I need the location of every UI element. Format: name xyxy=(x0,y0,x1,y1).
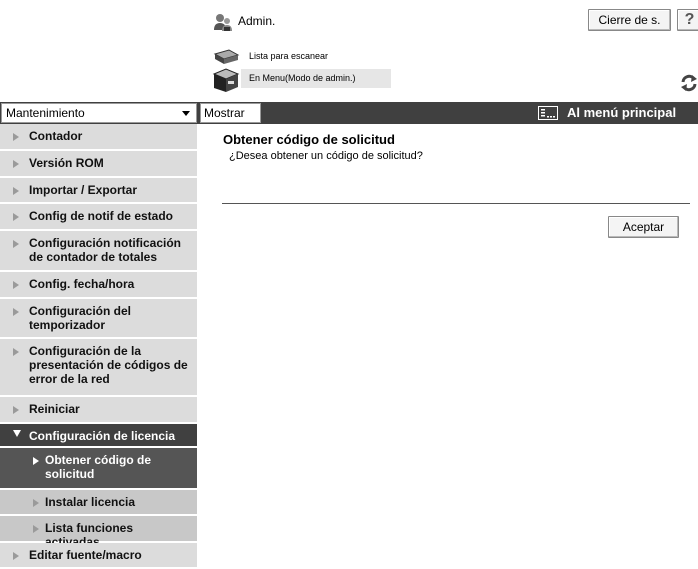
chevron-right-icon xyxy=(13,281,19,289)
chevron-right-icon xyxy=(33,525,39,533)
sidebar-item-label: Config de notif de estado xyxy=(29,209,173,223)
chevron-right-icon xyxy=(13,348,19,356)
sidebar-item-label: Importar / Exportar xyxy=(29,183,138,197)
accept-button[interactable]: Aceptar xyxy=(608,216,679,238)
toolbar: Mantenimiento Mostrar Al menú principal xyxy=(0,102,698,124)
admin-user-icon xyxy=(214,14,232,31)
refresh-icon[interactable] xyxy=(679,74,698,92)
sidebar-item-fecha-hora[interactable]: Config. fecha/hora xyxy=(0,272,197,299)
chevron-right-icon xyxy=(13,160,19,168)
scanner-icon[interactable] xyxy=(211,48,241,68)
chevron-right-icon xyxy=(33,457,39,465)
sidebar-item-notif-contador[interactable]: Configuración notificación de contador d… xyxy=(0,231,197,272)
sidebar: Contador Versión ROM Importar / Exportar… xyxy=(0,124,197,569)
main-menu-link[interactable]: Al menú principal xyxy=(567,105,676,120)
request-question: ¿Desea obtener un código de solicitud? xyxy=(229,150,423,162)
sidebar-item-notif-estado[interactable]: Config de notif de estado xyxy=(0,204,197,231)
chevron-right-icon xyxy=(33,499,39,507)
help-button[interactable]: ? xyxy=(677,9,698,31)
sidebar-item-instalar-licencia[interactable]: Instalar licencia xyxy=(0,490,197,516)
menu-icon[interactable] xyxy=(538,106,558,120)
sidebar-item-label: Reiniciar xyxy=(29,402,80,416)
chevron-right-icon xyxy=(13,552,19,560)
user-label: Admin. xyxy=(238,14,276,28)
chevron-right-icon xyxy=(13,406,19,414)
sidebar-item-codigos-error[interactable]: Configuración de la presentación de códi… xyxy=(0,339,197,397)
sidebar-item-funciones-activadas[interactable]: Lista funciones activadas xyxy=(0,516,197,549)
logout-button[interactable]: Cierre de s. xyxy=(588,9,671,31)
mode-indicator: En Menu(Modo de admin.) xyxy=(241,69,391,88)
sidebar-item-reiniciar[interactable]: Reiniciar xyxy=(0,397,197,424)
category-select[interactable]: Mantenimiento xyxy=(1,103,197,123)
category-select-value: Mantenimiento xyxy=(6,106,85,120)
divider xyxy=(222,203,690,204)
sidebar-item-importar-exportar[interactable]: Importar / Exportar xyxy=(0,178,197,204)
printer-icon xyxy=(212,68,240,92)
sidebar-item-label: Configuración notificación de contador d… xyxy=(29,236,181,264)
sidebar-item-label: Versión ROM xyxy=(29,156,104,170)
chevron-right-icon xyxy=(13,240,19,248)
chevron-right-icon xyxy=(13,213,19,221)
scan-list-link[interactable]: Lista para escanear xyxy=(249,51,328,61)
sidebar-item-contador[interactable]: Contador xyxy=(0,124,197,151)
sidebar-item-obtener-codigo[interactable]: Obtener código de solicitud xyxy=(0,448,197,490)
chevron-down-icon xyxy=(13,430,21,437)
sidebar-item-label: Editar fuente/macro xyxy=(29,548,142,562)
sidebar-item-licencia[interactable]: Configuración de licencia xyxy=(0,424,197,448)
sidebar-item-label: Contador xyxy=(29,129,83,143)
sidebar-item-label: Config. fecha/hora xyxy=(29,277,135,291)
chevron-down-icon xyxy=(182,111,190,116)
sidebar-item-version-rom[interactable]: Versión ROM xyxy=(0,151,197,178)
sidebar-item-temporizador[interactable]: Configuración del temporizador xyxy=(0,299,197,339)
chevron-right-icon xyxy=(13,187,19,195)
sidebar-item-label: Configuración de licencia xyxy=(29,429,176,443)
sidebar-item-label: Configuración del temporizador xyxy=(29,304,131,332)
show-button[interactable]: Mostrar xyxy=(200,103,261,123)
chevron-right-icon xyxy=(13,133,19,141)
sidebar-item-editar-fuente[interactable]: Editar fuente/macro xyxy=(0,543,197,569)
sidebar-item-label: Configuración de la presentación de códi… xyxy=(29,344,188,386)
sidebar-item-label: Instalar licencia xyxy=(45,495,136,509)
sidebar-item-label: Obtener código de solicitud xyxy=(45,453,152,481)
chevron-right-icon xyxy=(13,308,19,316)
page-title: Obtener código de solicitud xyxy=(223,132,395,147)
